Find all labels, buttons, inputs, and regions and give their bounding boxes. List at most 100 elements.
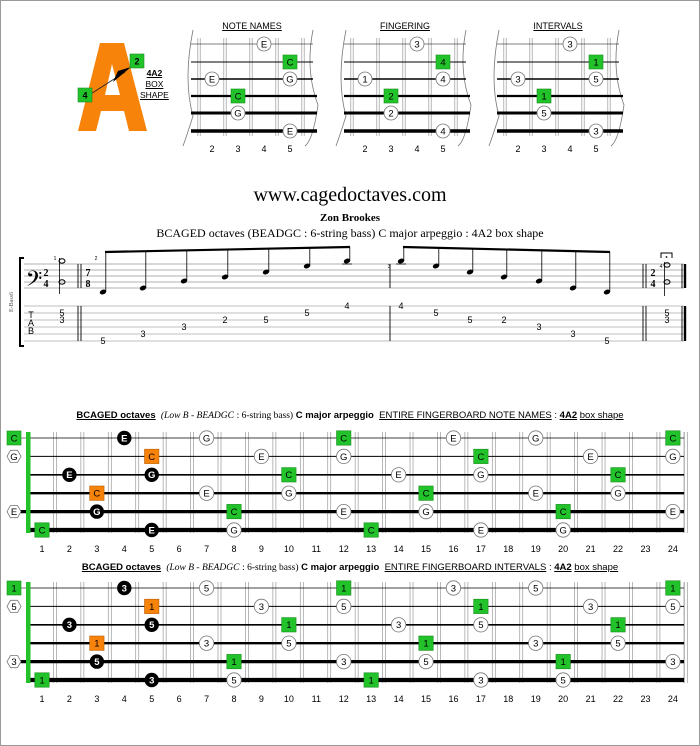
shape-finger-4: 4: [82, 91, 87, 101]
fret-number: 7: [204, 544, 209, 554]
marker-root: C: [282, 54, 298, 70]
marker-label: E: [209, 74, 215, 85]
marker-label: 5: [593, 74, 598, 85]
marker-circle: G: [226, 522, 242, 538]
mini-fretboard-3: 2 3 4 5 3 1 3 5 1 5 3: [488, 29, 625, 154]
marker-label: C: [93, 489, 100, 500]
marker-circle: 3: [390, 617, 407, 633]
marker-label: C: [235, 91, 242, 102]
marker-root: C: [230, 88, 246, 104]
fret-number: 2: [67, 544, 72, 554]
fret-number: 16: [448, 694, 458, 704]
marker-label: 3: [515, 74, 520, 85]
marker-label: 5: [541, 108, 546, 119]
marker-label: 3: [204, 639, 209, 650]
marker-label: 2: [388, 91, 393, 102]
tab-fret: 5: [263, 315, 268, 325]
marker-label: 3: [451, 583, 456, 594]
marker-label: E: [670, 507, 676, 518]
marker-circle: E: [198, 485, 215, 501]
nut: [26, 432, 31, 533]
mini-edge-right: [610, 29, 625, 147]
marker-orange: C: [89, 485, 105, 501]
fret-number: 18: [503, 694, 513, 704]
marker-orange: C: [144, 448, 160, 464]
tab-fret: 2: [501, 315, 506, 325]
fret-number: 4: [414, 144, 419, 154]
marker-root: 1: [226, 654, 242, 670]
marker-root: 1: [610, 617, 626, 633]
marker-black: 3: [62, 617, 77, 632]
marker-root: 1: [363, 672, 379, 688]
fret-number: 12: [339, 694, 349, 704]
marker-label: 5: [533, 583, 538, 594]
tab-fret: 5: [304, 308, 309, 318]
marker-label: 3: [478, 675, 483, 686]
marker-black: 3: [144, 672, 159, 688]
marker-label: 4: [440, 74, 445, 85]
marker-label: C: [39, 525, 46, 536]
marker-label: E: [395, 470, 401, 481]
marker-circle: G: [418, 503, 434, 520]
marker-circle: 5: [588, 71, 604, 87]
marker-label: 5: [286, 639, 291, 650]
marker-label: E: [533, 489, 539, 500]
title-colon: :: [554, 410, 558, 421]
marker-black: G: [89, 504, 105, 519]
marker-root: 1: [34, 672, 50, 688]
marker-label: C: [423, 489, 430, 500]
fret-number: 20: [558, 694, 568, 704]
title-tuning: (Low B - BEADGC: [166, 563, 240, 573]
marker-circle: E: [445, 430, 462, 446]
marker-circle: E: [665, 503, 681, 520]
measure-number: 4: [660, 264, 663, 270]
mini-title-note-names: NOTE NAMES: [222, 21, 282, 31]
fret-number: 5: [149, 694, 154, 704]
fret-number: 19: [531, 694, 541, 704]
nut: [26, 582, 31, 683]
marker-label: E: [66, 470, 72, 481]
marker-label: E: [121, 433, 127, 444]
time-sig-num: 7: [86, 268, 91, 279]
subtitle: BCAGED octaves (BEADGC : 6-string bass) …: [156, 226, 544, 240]
time-sig-num: 2: [651, 268, 656, 279]
fermata-dot: [665, 256, 668, 258]
marker-label: 3: [149, 675, 154, 686]
fret-number: 5: [287, 144, 292, 154]
marker-root: 4: [435, 54, 451, 70]
fret-number: 1: [39, 694, 44, 704]
marker-circle: 3: [253, 598, 270, 615]
fingerboard-title-intervals: BCAGED octaves (Low B - BEADGC : 6-strin…: [0, 562, 700, 573]
fret-number: 24: [668, 694, 678, 704]
fret-number: 11: [312, 544, 321, 554]
marker-circle: 3: [588, 123, 604, 139]
marker-hex: G: [6, 449, 22, 463]
marker-root: C: [226, 504, 242, 520]
title-brand: BCAGED octaves: [76, 410, 156, 421]
marker-circle: 3: [198, 635, 215, 651]
title-instrument: : 6-string bass): [236, 411, 294, 421]
marker-label: 1: [561, 657, 566, 668]
marker-label: G: [340, 452, 347, 463]
marker-circle: G: [610, 485, 626, 501]
marker-label: 3: [11, 657, 16, 668]
title-colon: :: [548, 562, 552, 573]
marker-circle: 3: [528, 635, 544, 651]
fret-number: 13: [366, 544, 376, 554]
marker-circle: 5: [528, 580, 544, 596]
marker-label: C: [477, 452, 484, 463]
marker-label: C: [340, 433, 347, 444]
marker-label: 1: [149, 602, 154, 613]
fret-number: 15: [421, 544, 431, 554]
fret-number: 9: [259, 544, 264, 554]
fret-number: 14: [394, 694, 404, 704]
fret-number: 3: [541, 144, 546, 154]
marker-label: G: [203, 433, 210, 444]
mini-fretboard-2: 2 3 4 5 3 4 1 4 2 2 4: [335, 29, 472, 154]
marker-label: E: [258, 452, 264, 463]
marker-label: 1: [286, 620, 291, 631]
marker-circle: E: [282, 123, 298, 139]
marker-black: G: [144, 467, 159, 482]
fret-number: 20: [558, 544, 568, 554]
marker-circle: E: [256, 36, 272, 52]
